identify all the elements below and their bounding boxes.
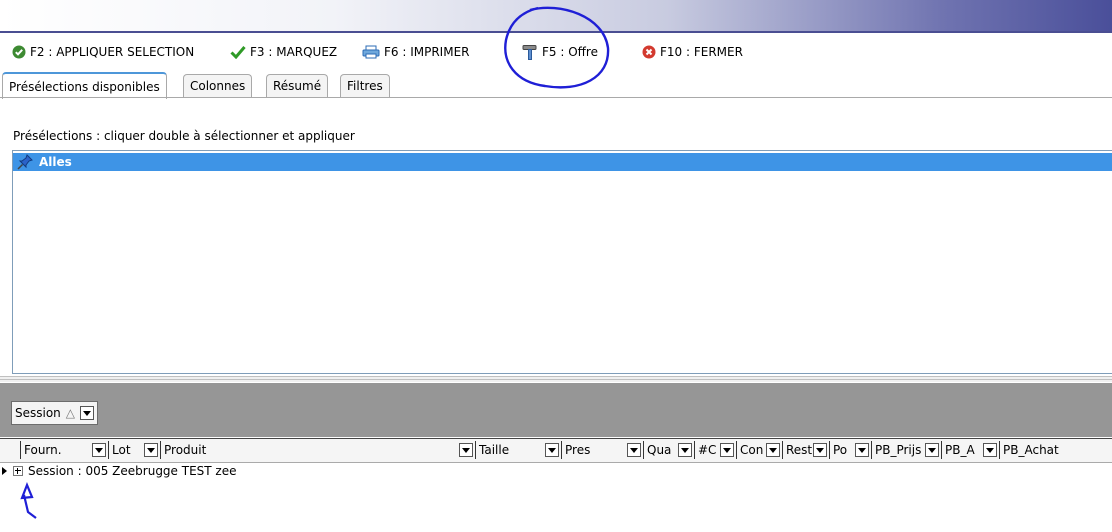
tab-columns[interactable]: Colonnes <box>183 74 253 97</box>
tab-presets[interactable]: Présélections disponibles <box>2 72 167 99</box>
close-button[interactable]: F10 : FERMER <box>642 40 743 64</box>
group-chip-label: Session <box>15 406 61 420</box>
check-circle-icon <box>12 45 26 59</box>
column-header-qua[interactable]: Qua <box>643 441 694 459</box>
offer-button[interactable]: F5 : Offre <box>522 40 598 64</box>
column-header-nc[interactable]: #C <box>694 441 736 459</box>
tab-underline <box>0 97 1112 98</box>
column-header-con[interactable]: Con <box>736 441 782 459</box>
tab-filters[interactable]: Filtres <box>340 74 390 97</box>
mark-label: F3 : MARQUEZ <box>250 45 338 59</box>
column-header-pb-a[interactable]: PB_A <box>941 441 999 459</box>
column-header-pb-prijs[interactable]: PB_Prijs <box>871 441 941 459</box>
chevron-down-icon[interactable] <box>720 443 734 457</box>
splitter[interactable] <box>0 376 1112 382</box>
row-indicator-icon <box>2 467 7 475</box>
chevron-down-icon[interactable] <box>80 406 95 420</box>
print-label: F6 : IMPRIMER <box>384 45 470 59</box>
column-header-rest[interactable]: Rest <box>782 441 829 459</box>
column-header-produit[interactable]: Produit <box>160 441 475 459</box>
column-header-taille[interactable]: Taille <box>475 441 561 459</box>
chevron-down-icon[interactable] <box>144 443 158 457</box>
chevron-down-icon[interactable] <box>678 443 692 457</box>
tab-label: Colonnes <box>190 79 246 93</box>
group-by-panel: Session △ <box>0 383 1112 437</box>
preset-label: Alles <box>39 155 72 169</box>
column-header-po[interactable]: Po <box>829 441 871 459</box>
group-row-label: Session : 005 Zeebrugge TEST zee <box>28 464 237 478</box>
chevron-down-icon[interactable] <box>925 443 939 457</box>
tab-strip: Présélections disponibles Colonnes Résum… <box>0 70 1112 99</box>
close-circle-icon <box>642 45 656 59</box>
title-bar-border <box>0 31 1112 33</box>
presets-hint: Présélections : cliquer double à sélecti… <box>13 129 355 143</box>
grid-header: Fourn. Lot Produit Taille Pres Qua #C Co… <box>0 438 1112 463</box>
chevron-down-icon[interactable] <box>855 443 869 457</box>
annotation-arrow <box>20 482 37 519</box>
sort-arrow-icon: △ <box>65 406 76 420</box>
group-row-session[interactable]: Session : 005 Zeebrugge TEST zee <box>0 462 1112 480</box>
close-label: F10 : FERMER <box>660 45 743 59</box>
tab-summary[interactable]: Résumé <box>266 74 329 97</box>
checkmark-icon <box>230 46 246 59</box>
chevron-down-icon[interactable] <box>92 443 106 457</box>
chevron-down-icon[interactable] <box>459 443 473 457</box>
chevron-down-icon[interactable] <box>813 443 827 457</box>
hammer-icon <box>522 45 537 60</box>
chevron-down-icon[interactable] <box>627 443 641 457</box>
column-header-pres[interactable]: Pres <box>561 441 643 459</box>
mark-button[interactable]: F3 : MARQUEZ <box>230 40 337 64</box>
column-header-lot[interactable]: Lot <box>108 441 160 459</box>
expand-icon[interactable] <box>13 466 23 476</box>
group-chip-session[interactable]: Session △ <box>11 401 99 425</box>
tab-label: Présélections disponibles <box>9 79 160 94</box>
apply-selection-label: F2 : APPLIQUER SELECTION <box>30 45 195 59</box>
chevron-down-icon[interactable] <box>983 443 997 457</box>
preset-item-alles[interactable]: Alles <box>13 153 1112 171</box>
tab-label: Filtres <box>347 79 383 93</box>
presets-list[interactable]: Alles <box>12 150 1112 374</box>
printer-icon <box>362 45 380 59</box>
chevron-down-icon[interactable] <box>766 443 780 457</box>
column-header-pb-achat[interactable]: PB_Achat <box>999 441 1112 459</box>
offer-label: F5 : Offre <box>542 45 598 59</box>
toolbar: F2 : APPLIQUER SELECTION F3 : MARQUEZ F6… <box>0 40 1112 64</box>
column-header-fourn[interactable]: Fourn. <box>20 441 108 459</box>
tab-label: Résumé <box>273 79 322 93</box>
print-button[interactable]: F6 : IMPRIMER <box>362 40 470 64</box>
window-title-bar <box>0 0 1112 32</box>
chevron-down-icon[interactable] <box>545 443 559 457</box>
pushpin-icon <box>17 154 33 170</box>
apply-selection-button[interactable]: F2 : APPLIQUER SELECTION <box>12 40 194 64</box>
